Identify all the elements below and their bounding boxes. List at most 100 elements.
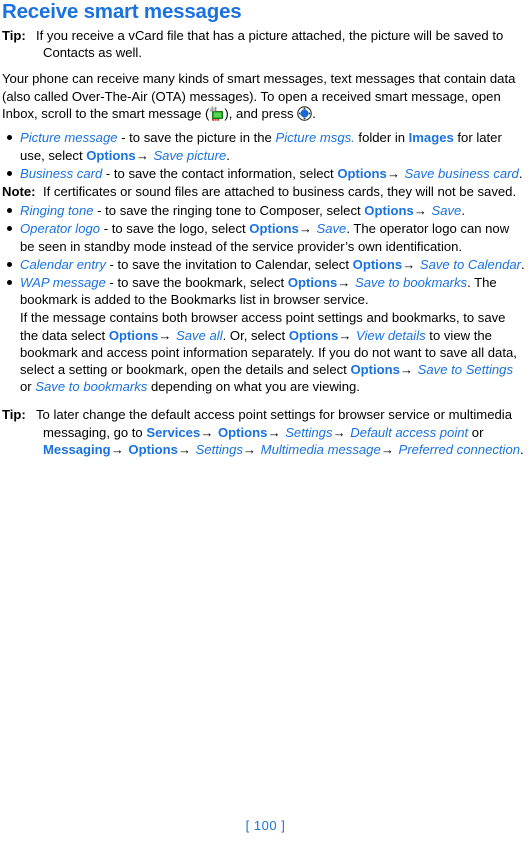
text: . — [518, 165, 523, 181]
text: to save the ringing tone to Composer, se… — [105, 203, 365, 219]
menu-save-business-card: Save business card — [404, 165, 519, 181]
dash: - — [105, 274, 118, 290]
folder-picture-msgs: Picture msgs. — [275, 130, 355, 146]
arrow-icon: → — [298, 221, 312, 237]
arrow-icon: → — [158, 327, 172, 343]
menu-options: Options — [364, 203, 414, 219]
intro-text-part2: ), and press — [224, 106, 298, 121]
menu-options: Options — [128, 441, 178, 457]
note-text: If certificates or sound files are attac… — [43, 183, 517, 199]
tip-label: Tip: — [2, 28, 26, 43]
menu-save-to-bookmarks: Save to bookmarks — [355, 274, 468, 290]
tip-block-bottom: Tip: To later change the default access p… — [2, 406, 527, 458]
menu-options: Options — [352, 256, 403, 272]
smart-message-icon — [209, 106, 224, 121]
menu-options: Options — [108, 327, 159, 343]
list-item: Calendar entry - to save the invitation … — [2, 256, 527, 273]
page-number-footer: [ 100 ] — [245, 818, 286, 833]
term-ringing-tone: Ringing tone — [20, 203, 94, 219]
menu-preferred-connection: Preferred connection — [398, 441, 521, 457]
menu-default-access-point: Default access point — [350, 424, 469, 440]
text: depending on what you are viewing. — [147, 379, 360, 395]
arrow-icon: → — [338, 327, 352, 343]
bullet-icon — [7, 170, 12, 176]
dash: - — [117, 130, 130, 146]
menu-options: Options — [350, 361, 400, 377]
menu-messaging: Messaging — [43, 441, 111, 457]
menu-options: Options — [86, 147, 136, 163]
navi-scroll-key-icon — [297, 106, 312, 121]
menu-settings: Settings — [285, 424, 333, 440]
text: to save the invitation to Calendar, sele… — [117, 256, 353, 272]
text: . — [521, 256, 525, 272]
tip-block-top: Tip: If you receive a vCard file that has… — [2, 27, 527, 61]
menu-save-picture: Save picture — [153, 147, 227, 163]
term-business-card: Business card — [20, 165, 103, 181]
term-calendar-entry: Calendar entry — [20, 256, 106, 272]
list-item: WAP message - to save the bookmark, sele… — [2, 274, 527, 308]
arrow-icon: → — [386, 165, 400, 181]
text: to save the logo, select — [111, 221, 250, 237]
menu-save: Save — [431, 203, 462, 219]
menu-options: Options — [287, 274, 338, 290]
text: to save the bookmark, select — [117, 274, 288, 290]
tip-label: Tip: — [2, 407, 26, 423]
arrow-icon: → — [337, 274, 351, 290]
text: . — [520, 441, 524, 457]
list-item: Ringing tone - to save the ringing tone … — [2, 202, 527, 219]
menu-save-all: Save all — [176, 327, 223, 343]
menu-save-to-calendar: Save to Calendar — [419, 256, 522, 272]
menu-save: Save — [316, 221, 347, 237]
arrow-icon: → — [242, 441, 257, 457]
arrow-icon: → — [413, 203, 427, 219]
menu-options: Options — [217, 424, 268, 440]
dash: - — [105, 256, 118, 272]
bullet-icon — [7, 261, 12, 267]
text: folder in — [354, 130, 409, 146]
menu-save-to-settings: Save to Settings — [417, 361, 514, 377]
dash: - — [102, 165, 114, 181]
manual-page: Receive smart messages Tip: If you receiv… — [0, 1, 531, 842]
list-item: Operator logo - to save the logo, select… — [2, 220, 527, 254]
arrow-icon: → — [399, 361, 414, 377]
list-item: Business card - to save the contact info… — [2, 165, 527, 182]
arrow-icon: → — [135, 147, 149, 163]
menu-options: Options — [337, 165, 387, 181]
text: to save the picture in the — [129, 130, 276, 146]
bullet-icon — [7, 208, 12, 214]
intro-paragraph: Your phone can receive many kinds of sma… — [2, 70, 527, 122]
menu-options: Options — [249, 221, 299, 237]
dash: - — [100, 221, 112, 237]
arrow-icon: → — [200, 424, 214, 440]
arrow-icon: → — [267, 424, 281, 440]
menu-options: Options — [288, 327, 339, 343]
term-wap-message: WAP message — [20, 274, 106, 290]
text: . — [461, 203, 465, 219]
menu-services: Services — [146, 424, 201, 440]
term-picture-message: Picture message — [20, 130, 118, 146]
note-label: Note: — [2, 183, 36, 199]
intro-text-part3: . — [312, 106, 316, 121]
menu-settings: Settings — [195, 441, 243, 457]
arrow-icon: → — [332, 424, 346, 440]
menu-save-to-bookmarks: Save to bookmarks — [35, 379, 148, 395]
menu-multimedia-message: Multimedia message — [260, 441, 381, 457]
text: . — [226, 147, 230, 163]
note-block: Note: If certificates or sound files are … — [2, 183, 527, 200]
bullet-icon — [7, 226, 12, 232]
arrow-icon: → — [402, 256, 416, 272]
text: . Or, select — [222, 327, 289, 343]
list-item: Picture message - to save the picture in… — [2, 129, 527, 163]
term-operator-logo: Operator logo — [20, 221, 101, 237]
bullet-icon — [7, 135, 12, 141]
app-images: Images — [408, 130, 454, 146]
bullet-icon — [7, 279, 12, 285]
text: or — [20, 379, 36, 395]
text: to save the contact information, select — [113, 165, 338, 181]
arrow-icon: → — [177, 441, 191, 457]
page-title: Receive smart messages — [2, 0, 242, 23]
menu-view-details: View details — [356, 327, 426, 343]
tip-text: If you receive a vCard file that has a p… — [36, 28, 504, 61]
text: or — [468, 424, 484, 440]
arrow-icon: → — [380, 441, 394, 457]
